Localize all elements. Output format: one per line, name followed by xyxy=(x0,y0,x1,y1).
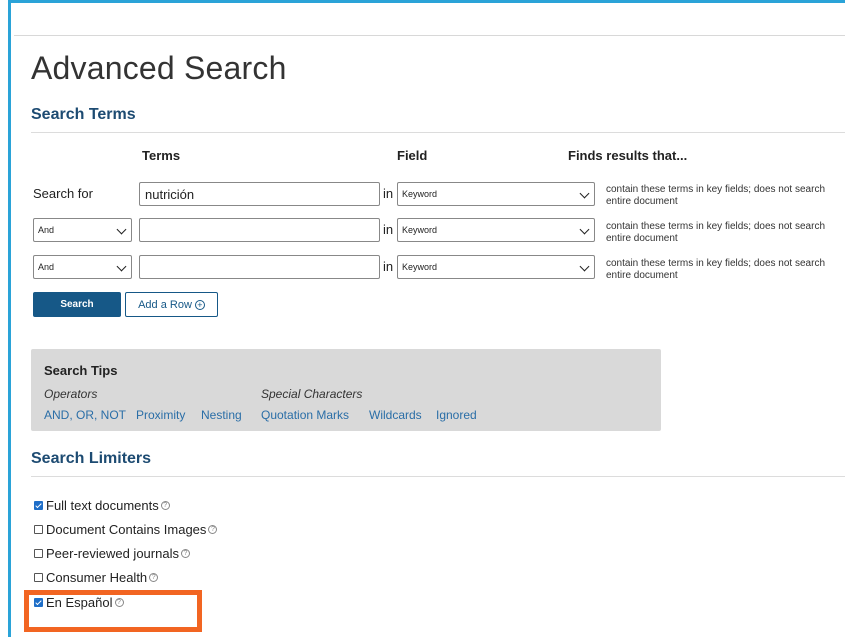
annotation-highlight-box xyxy=(24,590,202,632)
search-button[interactable]: Search xyxy=(33,292,121,317)
tip-link-wildcards[interactable]: Wildcards xyxy=(369,408,422,422)
search-terms-heading: Search Terms xyxy=(31,106,136,123)
field-select-value: Keyword xyxy=(402,189,438,199)
checkbox-unchecked-icon[interactable] xyxy=(34,525,43,534)
limiter-peer-reviewed[interactable]: Peer-reviewed journals ? xyxy=(34,546,190,561)
in-label-2: in xyxy=(383,222,394,237)
search-tips-title: Search Tips xyxy=(44,363,118,378)
checkbox-unchecked-icon[interactable] xyxy=(34,549,43,558)
in-label-3: in xyxy=(383,259,394,274)
page-title: Advanced Search xyxy=(31,50,287,86)
help-icon[interactable]: ? xyxy=(208,525,218,534)
limiter-label: Full text documents xyxy=(46,498,159,513)
limiter-label: Document Contains Images xyxy=(46,522,207,537)
limiter-full-text[interactable]: Full text documents ? xyxy=(34,498,170,513)
column-header-terms: Terms xyxy=(142,148,181,163)
tip-link-ignored[interactable]: Ignored xyxy=(436,408,477,422)
operator-select-value: And xyxy=(38,262,55,272)
field-select-1[interactable]: Keyword xyxy=(397,182,595,206)
limiter-document-images[interactable]: Document Contains Images ? xyxy=(34,522,218,537)
checkbox-unchecked-icon[interactable] xyxy=(34,573,43,582)
add-row-button[interactable]: Add a Row + xyxy=(125,292,218,317)
limiter-consumer-health[interactable]: Consumer Health ? xyxy=(34,570,159,585)
tip-link-and-or-not[interactable]: AND, OR, NOT xyxy=(44,408,126,422)
chevron-down-icon xyxy=(579,224,590,235)
search-for-label: Search for xyxy=(33,186,93,201)
help-icon[interactable]: ? xyxy=(149,573,159,582)
search-terms-rule xyxy=(31,132,845,133)
search-limiters-rule xyxy=(31,476,845,477)
chevron-down-icon xyxy=(579,188,590,199)
operator-select-3[interactable]: And xyxy=(33,255,132,279)
chevron-down-icon xyxy=(116,224,127,235)
special-characters-label: Special Characters xyxy=(261,387,363,401)
finds-description-2: contain these terms in key fields; does … xyxy=(606,221,826,244)
chevron-down-icon xyxy=(116,261,127,272)
search-tips-panel: Search Tips Operators Special Characters… xyxy=(31,349,661,431)
operator-select-value: And xyxy=(38,225,55,235)
add-row-label: Add a Row xyxy=(138,298,192,311)
tip-link-nesting[interactable]: Nesting xyxy=(201,408,242,422)
help-icon[interactable]: ? xyxy=(160,501,170,510)
chevron-down-icon xyxy=(579,261,590,272)
field-select-value: Keyword xyxy=(402,225,438,235)
header-divider xyxy=(14,35,845,36)
window-left-border xyxy=(8,0,11,637)
column-header-finds: Finds results that... xyxy=(568,148,688,163)
checkbox-checked-icon[interactable] xyxy=(34,501,43,510)
search-term-input-2[interactable] xyxy=(139,218,380,242)
column-header-field: Field xyxy=(397,148,428,163)
limiter-label: Peer-reviewed journals xyxy=(46,546,179,561)
search-term-input-1[interactable] xyxy=(139,182,380,206)
tip-link-proximity[interactable]: Proximity xyxy=(136,408,185,422)
tip-link-quotation-marks[interactable]: Quotation Marks xyxy=(261,408,349,422)
window-top-border xyxy=(8,0,845,3)
field-select-value: Keyword xyxy=(402,262,438,272)
field-select-2[interactable]: Keyword xyxy=(397,218,595,242)
help-icon[interactable]: ? xyxy=(180,549,190,558)
finds-description-1: contain these terms in key fields; does … xyxy=(606,184,826,207)
operators-label: Operators xyxy=(44,387,98,401)
search-term-input-3[interactable] xyxy=(139,255,380,279)
in-label-1: in xyxy=(383,186,394,201)
plus-circle-icon: + xyxy=(194,299,205,310)
search-limiters-heading: Search Limiters xyxy=(31,450,152,467)
limiter-label: Consumer Health xyxy=(46,570,148,585)
field-select-3[interactable]: Keyword xyxy=(397,255,595,279)
operator-select-2[interactable]: And xyxy=(33,218,132,242)
finds-description-3: contain these terms in key fields; does … xyxy=(606,258,826,281)
